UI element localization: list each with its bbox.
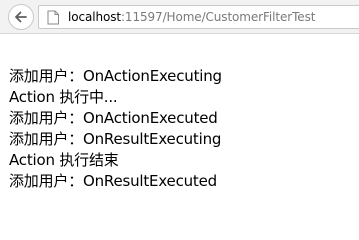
output-line: 添加用户：OnResultExecuting [9, 130, 222, 148]
url-path: :11597/Home/CustomerFilterTest [120, 10, 316, 24]
url-text[interactable]: localhost:11597/Home/CustomerFilterTest [68, 10, 315, 25]
back-arrow-icon [15, 11, 27, 23]
back-button[interactable] [8, 4, 34, 30]
page-icon [47, 10, 59, 25]
output-line: 添加用户：OnActionExecuting [9, 67, 222, 85]
address-bar[interactable]: localhost:11597/Home/CustomerFilterTest [38, 5, 359, 29]
output-line: Action 执行中... [9, 88, 118, 106]
output-line: 添加用户：OnResultExecuted [9, 172, 217, 190]
output-line: 添加用户：OnActionExecuted [9, 109, 218, 127]
page-content: 添加用户：OnActionExecuting Action 执行中... 添加用… [9, 66, 222, 192]
browser-window: localhost:11597/Home/CustomerFilterTest … [0, 0, 359, 207]
browser-toolbar: localhost:11597/Home/CustomerFilterTest [0, 0, 359, 34]
output-line: Action 执行结束 [9, 151, 119, 169]
url-host: localhost [68, 10, 121, 24]
